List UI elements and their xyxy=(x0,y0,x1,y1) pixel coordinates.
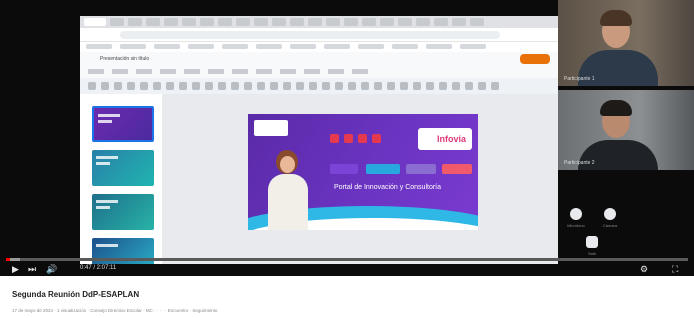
shared-screen: Presentación sin título VIDA Portal de I… xyxy=(80,16,558,264)
camera-button[interactable]: Cámara xyxy=(603,208,617,228)
play-icon[interactable]: ▶ xyxy=(12,264,19,274)
progress-fill xyxy=(6,258,11,261)
share-button[interactable] xyxy=(520,54,550,64)
participant-name: Participante 2 xyxy=(564,160,595,166)
time-display: 0:47 / 2:07:11 xyxy=(80,265,117,271)
slides-title-bar: Presentación sin título xyxy=(80,52,558,66)
feature-icon xyxy=(330,134,339,143)
slide-chip xyxy=(330,164,358,174)
slide-thumbnail[interactable] xyxy=(92,106,154,142)
feature-icon xyxy=(372,134,381,143)
next-icon[interactable]: ⏭ xyxy=(28,264,36,274)
slide-chip xyxy=(406,164,436,174)
microphone-button[interactable]: Micrófono xyxy=(567,208,585,228)
feature-icon xyxy=(358,134,367,143)
camera-label: Cámara xyxy=(602,223,618,228)
browser-address-bar[interactable] xyxy=(80,28,558,42)
presenter-photo xyxy=(266,150,310,230)
call-controls: Micrófono Cámara Salir xyxy=(558,170,694,264)
microphone-label: Micrófono xyxy=(567,223,585,228)
slide-badge-label: Infovia xyxy=(436,134,466,144)
fullscreen-icon[interactable]: ⛶ xyxy=(672,264,678,274)
video-metadata: 17 de mayo de 2024 · 1 visualización · C… xyxy=(12,308,218,313)
volume-icon[interactable]: 🔊 xyxy=(46,264,57,274)
slides-menu-bar[interactable] xyxy=(80,66,558,78)
slides-toolbar[interactable] xyxy=(80,78,558,94)
settings-icon[interactable]: ⚙ xyxy=(640,264,648,274)
feature-icon xyxy=(344,134,353,143)
browser-tabs[interactable] xyxy=(80,16,558,28)
slide-chip xyxy=(442,164,472,174)
slide-filmstrip[interactable] xyxy=(80,94,162,264)
player-controls: ▶ ⏭ 🔊 0:47 / 2:07:11 ⚙ ⛶ xyxy=(0,262,694,276)
slide-canvas[interactable]: VIDA Portal de Innovación y Consultoría … xyxy=(162,94,558,264)
participant-name: Participante 1 xyxy=(564,76,595,82)
video-player[interactable]: Presentación sin título VIDA Portal de I… xyxy=(0,0,694,276)
video-title: Segunda Reunión DdP-ESAPLAN xyxy=(12,290,140,299)
participant-video[interactable]: Participante 2 xyxy=(558,90,694,170)
progress-bar[interactable] xyxy=(6,258,688,261)
slide-thumbnail[interactable] xyxy=(92,150,154,186)
document-title: Presentación sin título xyxy=(100,56,150,62)
leave-button[interactable]: Salir xyxy=(586,236,598,256)
current-slide: VIDA Portal de Innovación y Consultoría … xyxy=(248,114,478,230)
slide-chip xyxy=(366,164,400,174)
brand-label: VIDA xyxy=(268,126,283,132)
slide-thumbnail[interactable] xyxy=(92,194,154,230)
bookmarks-bar[interactable] xyxy=(80,42,558,52)
leave-label: Salir xyxy=(587,251,596,256)
slide-headline: Portal de Innovación y Consultoría xyxy=(334,184,442,191)
participant-video[interactable]: Participante 1 xyxy=(558,0,694,86)
